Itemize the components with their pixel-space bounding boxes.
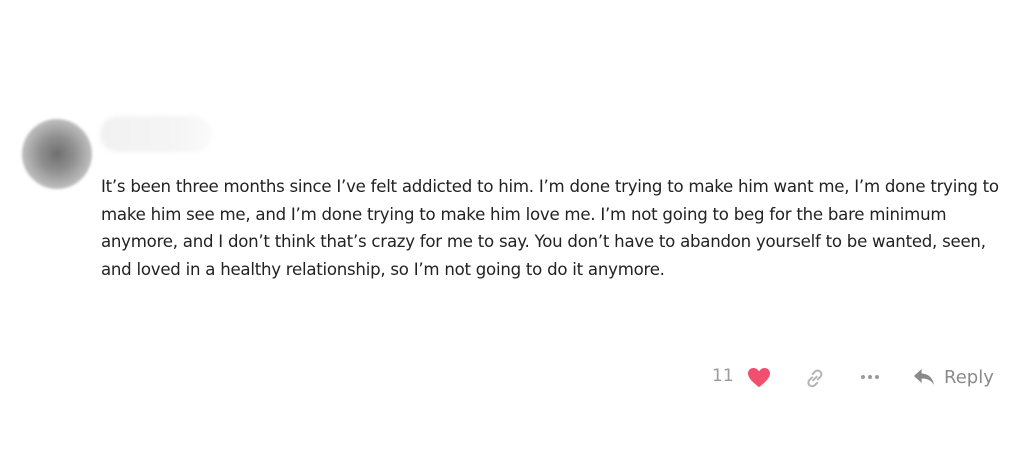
reply-label: Reply (944, 366, 994, 388)
like-count: 11 (712, 366, 734, 386)
reply-arrow-icon (914, 369, 934, 385)
comment-card: It’s been three months since I’ve felt a… (0, 0, 1024, 474)
ellipsis-icon[interactable] (859, 369, 881, 385)
comment-body: It’s been three months since I’ve felt a… (101, 177, 999, 279)
reply-button[interactable]: Reply (912, 363, 994, 391)
username-blurred[interactable] (100, 116, 212, 152)
link-icon[interactable] (803, 367, 827, 389)
avatar[interactable] (22, 119, 92, 189)
heart-icon[interactable] (747, 367, 771, 388)
